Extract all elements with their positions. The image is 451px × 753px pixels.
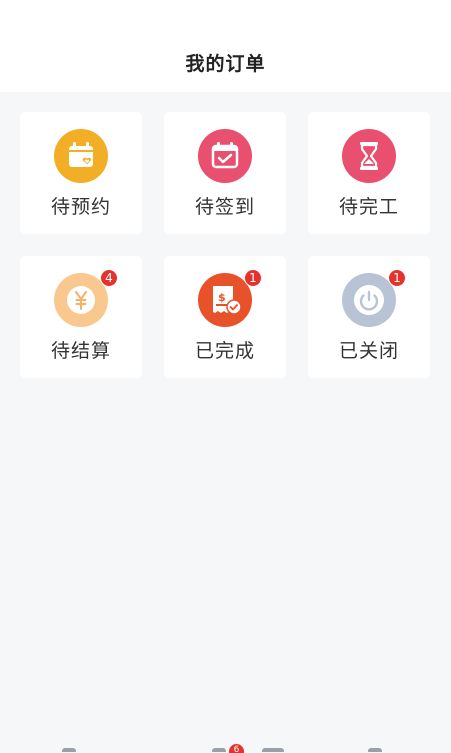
- order-count-badge: 4: [100, 269, 118, 287]
- order-status-pending-appointment[interactable]: 待预约: [20, 112, 142, 234]
- page-title: 我的订单: [185, 53, 266, 75]
- order-count-badge: 1: [244, 269, 262, 287]
- header: 我的订单: [0, 0, 451, 92]
- order-status-completed[interactable]: $ 1 已完成: [164, 256, 286, 378]
- bottom-tab-bar[interactable]: 6: [0, 741, 451, 753]
- order-status-label: 待预约: [50, 196, 111, 218]
- tab-badge: 6: [229, 744, 244, 753]
- order-status-pending-checkin[interactable]: 待签到: [164, 112, 286, 234]
- order-status-closed[interactable]: 1 已关闭: [308, 256, 430, 378]
- tab-icon[interactable]: [212, 748, 226, 752]
- order-status-label: 待签到: [194, 196, 255, 218]
- tab-icon[interactable]: [62, 748, 76, 752]
- hourglass-icon: [342, 129, 396, 183]
- order-status-pending-settlement[interactable]: 4 待结算: [20, 256, 142, 378]
- order-status-label: 已完成: [194, 340, 255, 362]
- calendar-heart-icon: [54, 129, 108, 183]
- order-count-badge: 1: [388, 269, 406, 287]
- order-status-label: 已关闭: [338, 340, 399, 362]
- order-status-label: 待结算: [50, 340, 111, 362]
- svg-text:$: $: [218, 291, 226, 304]
- calendar-check-icon: [198, 129, 252, 183]
- order-status-grid: 待预约 待签到 待完工 4 待结算 $ 1 已完成 1 已关闭: [20, 112, 430, 378]
- tab-icon[interactable]: [368, 748, 382, 752]
- order-status-pending-completion[interactable]: 待完工: [308, 112, 430, 234]
- tab-icon[interactable]: [262, 748, 284, 752]
- order-status-label: 待完工: [338, 196, 399, 218]
